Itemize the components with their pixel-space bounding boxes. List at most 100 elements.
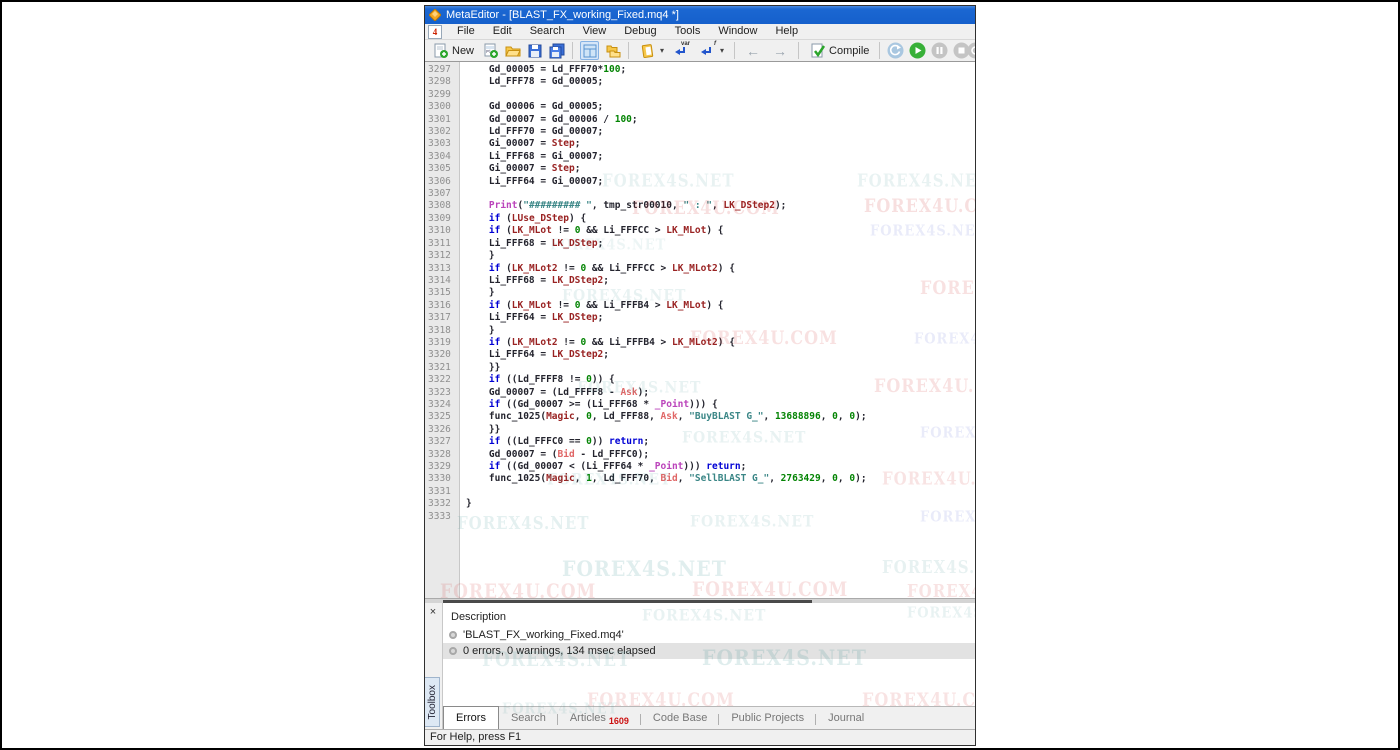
tab-journal[interactable]: Journal: [816, 708, 876, 729]
code-line: if ((Ld_FFFF8 != 0)) {: [466, 374, 975, 386]
line-number: 3330: [425, 473, 459, 485]
toolbar-separator: [734, 42, 735, 59]
code-line: if (LUse_DStep) {: [466, 213, 975, 225]
result-row[interactable]: 'BLAST_FX_working_Fixed.mq4': [443, 627, 975, 643]
line-number: 3327: [425, 436, 459, 448]
new-project-icon[interactable]: prj: [482, 42, 499, 59]
metaeditor-logo-icon: [429, 9, 441, 21]
line-number: 3307: [425, 188, 459, 200]
code-line: Gi_00007 = Step;: [466, 138, 975, 150]
line-number: 3320: [425, 349, 459, 361]
bookmarks-icon: [639, 42, 656, 59]
line-number: 3302: [425, 126, 459, 138]
code-line: Ld_FFF78 = Gd_00005;: [466, 76, 975, 88]
window-layout-icon[interactable]: [580, 41, 599, 60]
goto-function-button[interactable]: f ▾: [695, 41, 727, 60]
save-icon[interactable]: [526, 42, 543, 59]
code-line: if ((Gd_00007 < (Li_FFF64 * _Point))) re…: [466, 461, 975, 473]
dropdown-caret-icon: ▾: [660, 46, 664, 55]
line-number: 3310: [425, 225, 459, 237]
line-number: 3298: [425, 76, 459, 88]
new-file-button[interactable]: New: [429, 41, 477, 60]
toolbox-tab-bar: ErrorsSearchArticles1609Code BasePublic …: [443, 706, 975, 729]
status-bar: For Help, press F1: [425, 729, 975, 745]
bookmarks-button[interactable]: ▾: [636, 41, 667, 60]
menu-view[interactable]: View: [574, 24, 616, 39]
start-debug-icon[interactable]: [909, 42, 926, 59]
menu-tools[interactable]: Tools: [666, 24, 710, 39]
code-line: }: [466, 250, 975, 262]
tab-label: Articles: [570, 712, 606, 724]
code-line: Gd_00007 = (Ld_FFFF8 - Ask);: [466, 387, 975, 399]
code-line: Gd_00005 = Ld_FFF70*100;: [466, 64, 975, 76]
code-line: if ((Gd_00007 >= (Li_FFF68 * _Point))) {: [466, 399, 975, 411]
svg-text:prj: prj: [486, 48, 491, 53]
code-area[interactable]: Gd_00005 = Ld_FFF70*100; Ld_FFF78 = Gd_0…: [461, 62, 975, 598]
navigator-folders-icon[interactable]: [604, 42, 621, 59]
tab-code-base[interactable]: Code Base: [641, 708, 719, 729]
screenshot-canvas: MetaEditor - [BLAST_FX_working_Fixed.mq4…: [0, 0, 1400, 750]
line-number: 3300: [425, 101, 459, 113]
navigate-forward-icon[interactable]: →: [769, 43, 791, 59]
compile-button[interactable]: Compile: [806, 41, 872, 60]
menu-edit[interactable]: Edit: [484, 24, 521, 39]
code-line: Li_FFF64 = LK_DStep2;: [466, 349, 975, 361]
tab-errors[interactable]: Errors: [443, 706, 499, 729]
line-number: 3319: [425, 337, 459, 349]
code-line: Ld_FFF70 = Gd_00007;: [466, 126, 975, 138]
open-file-icon[interactable]: [504, 42, 521, 59]
debug-history-icon[interactable]: [887, 42, 904, 59]
code-line: if (LK_MLot2 != 0 && Li_FFFCC > LK_MLot2…: [466, 263, 975, 275]
line-number: 3299: [425, 89, 459, 101]
description-column-header: Description: [443, 603, 975, 627]
profiler-icon[interactable]: [967, 42, 976, 59]
code-line: Gd_00007 = (Bid - Ld_FFFC0);: [466, 449, 975, 461]
line-number: 3313: [425, 263, 459, 275]
menu-file[interactable]: File: [448, 24, 484, 39]
code-line: Print("######### ", tmp_str00010, " : ",…: [466, 200, 975, 212]
line-number: 3301: [425, 114, 459, 126]
menu-bar: 4 FileEditSearchViewDebugToolsWindowHelp: [425, 24, 975, 40]
tab-articles[interactable]: Articles1609: [558, 708, 641, 729]
line-number: 3314: [425, 275, 459, 287]
tab-public-projects[interactable]: Public Projects: [719, 708, 816, 729]
toolbar-separator: [798, 42, 799, 59]
line-number: 3325: [425, 411, 459, 423]
pause-debug-icon[interactable]: [931, 42, 948, 59]
code-line: }: [466, 287, 975, 299]
window-title: MetaEditor - [BLAST_FX_working_Fixed.mq4…: [446, 9, 679, 21]
code-line: [466, 486, 975, 498]
code-line: Li_FFF68 = LK_DStep;: [466, 238, 975, 250]
menu-debug[interactable]: Debug: [615, 24, 665, 39]
menu-search[interactable]: Search: [521, 24, 574, 39]
menu-help[interactable]: Help: [766, 24, 807, 39]
close-toolbox-button[interactable]: ×: [426, 606, 440, 620]
toolbar-separator: [628, 42, 629, 59]
line-number: 3329: [425, 461, 459, 473]
code-line: [466, 89, 975, 101]
code-line: Li_FFF64 = LK_DStep;: [466, 312, 975, 324]
navigate-back-icon[interactable]: ←: [742, 43, 764, 59]
code-editor[interactable]: 3297329832993300330133023303330433053306…: [425, 62, 975, 598]
result-row-text: 0 errors, 0 warnings, 134 msec elapsed: [463, 645, 656, 657]
line-number: 3304: [425, 151, 459, 163]
toolbox-side-tab[interactable]: Toolbox: [425, 677, 440, 727]
toolbar-separator: [879, 42, 880, 59]
line-number: 3309: [425, 213, 459, 225]
title-bar: MetaEditor - [BLAST_FX_working_Fixed.mq4…: [425, 6, 975, 24]
menu-window[interactable]: Window: [709, 24, 766, 39]
line-number: 3303: [425, 138, 459, 150]
code-line: if ((Ld_FFFC0 == 0)) return;: [466, 436, 975, 448]
goto-variable-icon[interactable]: var: [672, 42, 690, 59]
code-line: if (LK_MLot != 0 && Li_FFFCC > LK_MLot) …: [466, 225, 975, 237]
tab-search[interactable]: Search: [499, 708, 558, 729]
toolbar: New prj: [425, 40, 975, 62]
code-line: func_1025(Magic, 1, Ld_FFF70, Bid, "Sell…: [466, 473, 975, 485]
toolbox-side-tab-label: Toolbox: [427, 685, 438, 719]
line-number: 3322: [425, 374, 459, 386]
save-all-icon[interactable]: [548, 42, 565, 59]
result-row[interactable]: 0 errors, 0 warnings, 134 msec elapsed: [443, 643, 975, 659]
code-line: if (LK_MLot != 0 && Li_FFFB4 > LK_MLot) …: [466, 300, 975, 312]
line-number: 3305: [425, 163, 459, 175]
compile-results-list: 'BLAST_FX_working_Fixed.mq4' 0 errors, 0 …: [443, 627, 975, 659]
